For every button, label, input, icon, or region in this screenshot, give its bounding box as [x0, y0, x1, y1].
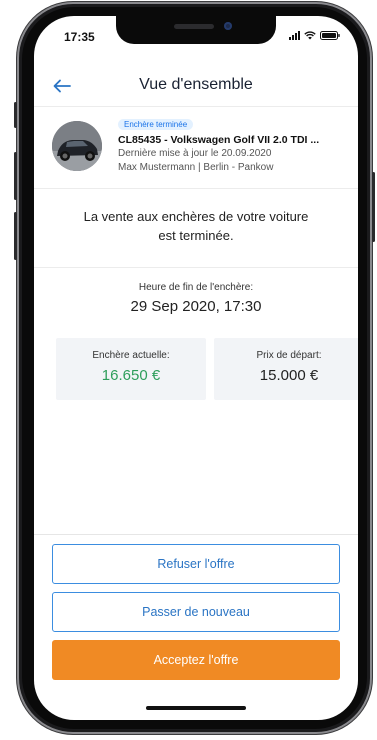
status-badge: Enchère terminée	[118, 119, 194, 130]
auction-end-label: Heure de fin de l'enchère:	[138, 282, 254, 293]
camera-icon	[224, 22, 232, 30]
car-thumbnail	[52, 121, 102, 171]
refuse-offer-button[interactable]: Refuser l'offre	[52, 544, 340, 584]
seller-location-text: Max Mustermann | Berlin - Pankow	[118, 162, 274, 173]
signal-icon	[289, 31, 300, 40]
volume-up-button	[14, 152, 17, 200]
header: Vue d'ensemble	[34, 66, 358, 106]
wifi-icon	[304, 31, 316, 40]
stage: 17:35 Vue d'ensemble Enchère terminée CL…	[0, 0, 377, 740]
power-button	[372, 172, 375, 242]
accept-offer-button[interactable]: Acceptez l'offre	[52, 640, 340, 680]
silent-switch	[14, 102, 17, 128]
notch	[116, 16, 276, 44]
auction-end-value: 29 Sep 2020, 17:30	[130, 298, 262, 315]
current-bid-value: 16.650 €	[101, 367, 161, 384]
current-bid-label: Enchère actuelle:	[92, 350, 170, 361]
status-time: 17:35	[64, 30, 95, 44]
page-title: Vue d'ensemble	[139, 76, 253, 93]
footer-divider	[34, 534, 358, 535]
current-bid-box: Enchère actuelle: 16.650 €	[56, 338, 206, 400]
volume-down-button	[14, 212, 17, 260]
home-indicator[interactable]	[146, 706, 246, 710]
battery-icon	[320, 31, 340, 40]
car-title: CL85435 - Volkswagen Golf VII 2.0 TDI ..…	[118, 134, 320, 146]
start-price-value: 15.000 €	[259, 367, 319, 384]
last-update-text: Dernière mise à jour le 20.09.2020	[118, 148, 272, 159]
speaker	[174, 24, 214, 29]
auction-message: La vente aux enchères de votre voiture e…	[34, 188, 358, 268]
status-icons	[289, 31, 340, 40]
auction-ended-text: La vente aux enchères de votre voiture e…	[83, 209, 309, 243]
app-screen: 17:35 Vue d'ensemble Enchère terminée CL…	[34, 16, 358, 720]
start-price-label: Prix de départ:	[256, 350, 322, 361]
relist-button[interactable]: Passer de nouveau	[52, 592, 340, 632]
car-summary-card[interactable]: Enchère terminée CL85435 - Volkswagen Go…	[34, 106, 358, 189]
start-price-box: Prix de départ: 15.000 €	[214, 338, 358, 400]
